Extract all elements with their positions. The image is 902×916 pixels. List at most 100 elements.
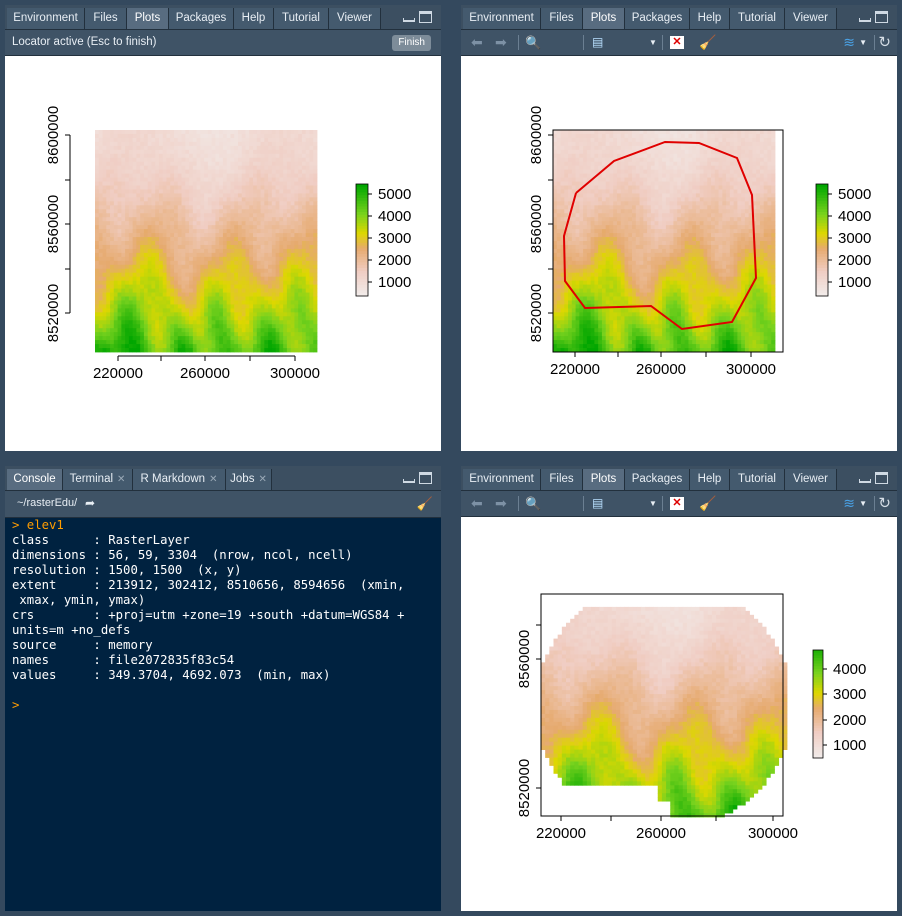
zoom-icon[interactable]: 🔍 — [525, 30, 541, 55]
raster-cell — [294, 201, 299, 206]
tab-packages[interactable]: Packages — [169, 8, 234, 29]
tab-environment[interactable]: Environment — [7, 8, 85, 29]
raster-cell — [211, 332, 216, 337]
remove-plot-icon[interactable]: ✕ — [670, 36, 684, 49]
chevron-down-icon[interactable]: ▼ — [859, 30, 867, 55]
raster-cell — [741, 229, 746, 234]
raster-cell — [601, 145, 607, 151]
raster-cell — [237, 157, 243, 163]
raster-cell — [294, 276, 299, 282]
raster-cell — [110, 197, 115, 202]
raster-cell — [680, 161, 686, 167]
raster-cell — [275, 217, 280, 222]
raster-cell — [204, 233, 209, 238]
raster-cell — [125, 336, 130, 341]
tab-packages[interactable]: Packages — [625, 8, 690, 29]
tab-files[interactable]: Files — [85, 8, 127, 29]
plot-area[interactable]: 220000 260000 300000 8520000 8560000 8600000 5… — [5, 56, 441, 451]
raster-cell — [286, 221, 292, 226]
raster-cell — [759, 165, 765, 171]
tab-files[interactable]: Files — [541, 8, 583, 29]
raster-cell — [237, 312, 243, 317]
raster-cell — [174, 213, 179, 218]
raster-cell — [234, 344, 239, 349]
tab-plots[interactable]: Plots — [127, 8, 169, 29]
finish-button[interactable]: Finish — [392, 35, 431, 51]
raster-cell — [279, 157, 284, 163]
raster-cell — [158, 308, 164, 313]
raster-cell — [177, 229, 182, 234]
raster-cell — [230, 264, 235, 270]
raster-cell — [290, 185, 295, 190]
forward-arrow-icon[interactable]: ➡ — [495, 30, 507, 55]
clear-all-broom-icon[interactable]: 🧹 — [699, 30, 716, 55]
raster-cell — [181, 233, 186, 238]
raster-cell — [271, 256, 277, 262]
tab-tutorial[interactable]: Tutorial — [730, 8, 785, 29]
raster-cell — [230, 157, 235, 163]
raster-cell — [294, 292, 299, 297]
export-icon[interactable]: ▤ — [592, 30, 603, 55]
raster-cell — [605, 177, 610, 182]
raster-cell — [703, 221, 708, 226]
raster-cell — [711, 209, 716, 214]
raster-cell — [234, 304, 239, 309]
raster-cell — [309, 328, 314, 333]
raster-cell — [143, 133, 149, 139]
raster-cell — [151, 264, 156, 270]
raster-cell — [283, 137, 288, 143]
raster-cell — [286, 296, 292, 301]
raster-cell — [650, 181, 655, 186]
raster-cell — [301, 237, 307, 242]
raster-cell — [174, 145, 179, 151]
tab-tutorial[interactable]: Tutorial — [274, 8, 329, 29]
tab-help[interactable]: Help — [234, 8, 274, 29]
raster-cell — [121, 272, 126, 278]
minimize-icon[interactable] — [403, 18, 415, 22]
minimize-icon[interactable] — [859, 18, 871, 22]
raster-cell — [219, 256, 224, 262]
raster-cell — [155, 217, 160, 222]
tab-viewer[interactable]: Viewer — [329, 8, 381, 29]
refresh-icon[interactable]: ↻ — [878, 30, 891, 55]
raster-cell — [196, 252, 201, 258]
raster-cell — [147, 149, 152, 155]
raster-cell — [594, 217, 599, 222]
raster-cell — [594, 149, 599, 155]
raster-cell — [294, 264, 299, 270]
raster-cell — [121, 169, 126, 174]
raster-cell — [226, 348, 231, 353]
raster-cell — [207, 173, 213, 178]
raster-cell — [756, 229, 761, 234]
back-arrow-icon[interactable]: ⬅ — [471, 30, 483, 55]
raster-cell — [677, 133, 682, 139]
raster-cell — [556, 137, 561, 143]
raster-cell — [699, 130, 704, 135]
raster-cell — [102, 189, 107, 194]
maximize-icon[interactable] — [419, 11, 432, 23]
raster-cell — [598, 209, 603, 214]
raster-cell — [253, 348, 258, 353]
raster-cell — [726, 193, 731, 198]
tab-viewer[interactable]: Viewer — [785, 8, 837, 29]
tab-environment[interactable]: Environment — [463, 8, 541, 29]
chevron-down-icon[interactable]: ▼ — [649, 30, 657, 55]
publish-icon[interactable]: ≋ — [843, 30, 855, 55]
tab-plots[interactable]: Plots — [583, 8, 625, 29]
raster-cell — [286, 308, 292, 313]
raster-cell — [207, 320, 213, 325]
raster-cell — [647, 185, 652, 190]
raster-cell — [553, 133, 558, 139]
raster-cell — [237, 137, 243, 143]
raster-cell — [158, 161, 164, 167]
raster-cell — [609, 229, 614, 234]
raster-cell — [264, 229, 269, 234]
raster-cell — [752, 145, 757, 151]
raster-cell — [200, 300, 205, 305]
tab-help[interactable]: Help — [690, 8, 730, 29]
raster-cell — [268, 280, 273, 285]
maximize-icon[interactable] — [875, 11, 888, 23]
raster-cell — [151, 217, 156, 222]
raster-cell — [196, 280, 201, 285]
raster-cell — [279, 252, 284, 258]
